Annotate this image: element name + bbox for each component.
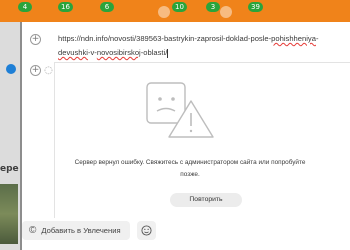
background-left-text: ере bbox=[0, 164, 19, 174]
add-to-hobbies-button[interactable]: © Добавить в Увлечения bbox=[22, 221, 130, 240]
nav-icon[interactable] bbox=[158, 6, 170, 18]
loading-spinner-icon: ◌ bbox=[44, 65, 53, 76]
url-line-2: devushki-v-novosibirskoj-oblasti/ bbox=[58, 48, 169, 58]
misspelled-word: novosibirskoj bbox=[96, 48, 141, 57]
notification-badge[interactable]: 16 bbox=[58, 2, 73, 12]
background-topbar: 4 16 6 10 3 39 bbox=[0, 0, 350, 22]
misspelled-word: devushki bbox=[58, 48, 88, 57]
notification-badge[interactable]: 10 bbox=[172, 2, 187, 12]
text-cursor bbox=[167, 48, 169, 58]
add-block-icon[interactable]: + bbox=[30, 65, 41, 76]
post-text-input[interactable]: https://ndn.info/novosti/389563-bastryki… bbox=[58, 32, 346, 60]
notification-badge[interactable]: 39 bbox=[248, 2, 263, 12]
editor-bottom-bar: © Добавить в Увлечения bbox=[22, 218, 350, 250]
add-to-hobbies-label: Добавить в Увлечения bbox=[41, 226, 121, 235]
background-left-panel: ере bbox=[0, 22, 20, 250]
misspelled-word: pohishheniya bbox=[271, 34, 316, 43]
emoji-button[interactable] bbox=[137, 221, 156, 240]
retry-button[interactable]: Повторить bbox=[170, 193, 242, 207]
error-message: Сервер вернул ошибку. Свяжитесь с админи… bbox=[74, 159, 306, 178]
add-block-icon[interactable]: + bbox=[30, 34, 41, 45]
notification-badge[interactable]: 3 bbox=[206, 2, 220, 12]
nav-icon[interactable] bbox=[220, 6, 232, 18]
url-line-1: https://ndn.info/novosti/389563-bastryki… bbox=[58, 34, 319, 43]
status-badge bbox=[6, 64, 16, 74]
hobby-icon: © bbox=[29, 224, 37, 236]
smiley-icon bbox=[141, 225, 152, 236]
error-illustration-icon bbox=[146, 82, 214, 138]
notification-badge[interactable]: 6 bbox=[100, 2, 114, 12]
notification-badge[interactable]: 4 bbox=[18, 2, 32, 12]
background-photo bbox=[0, 184, 18, 244]
